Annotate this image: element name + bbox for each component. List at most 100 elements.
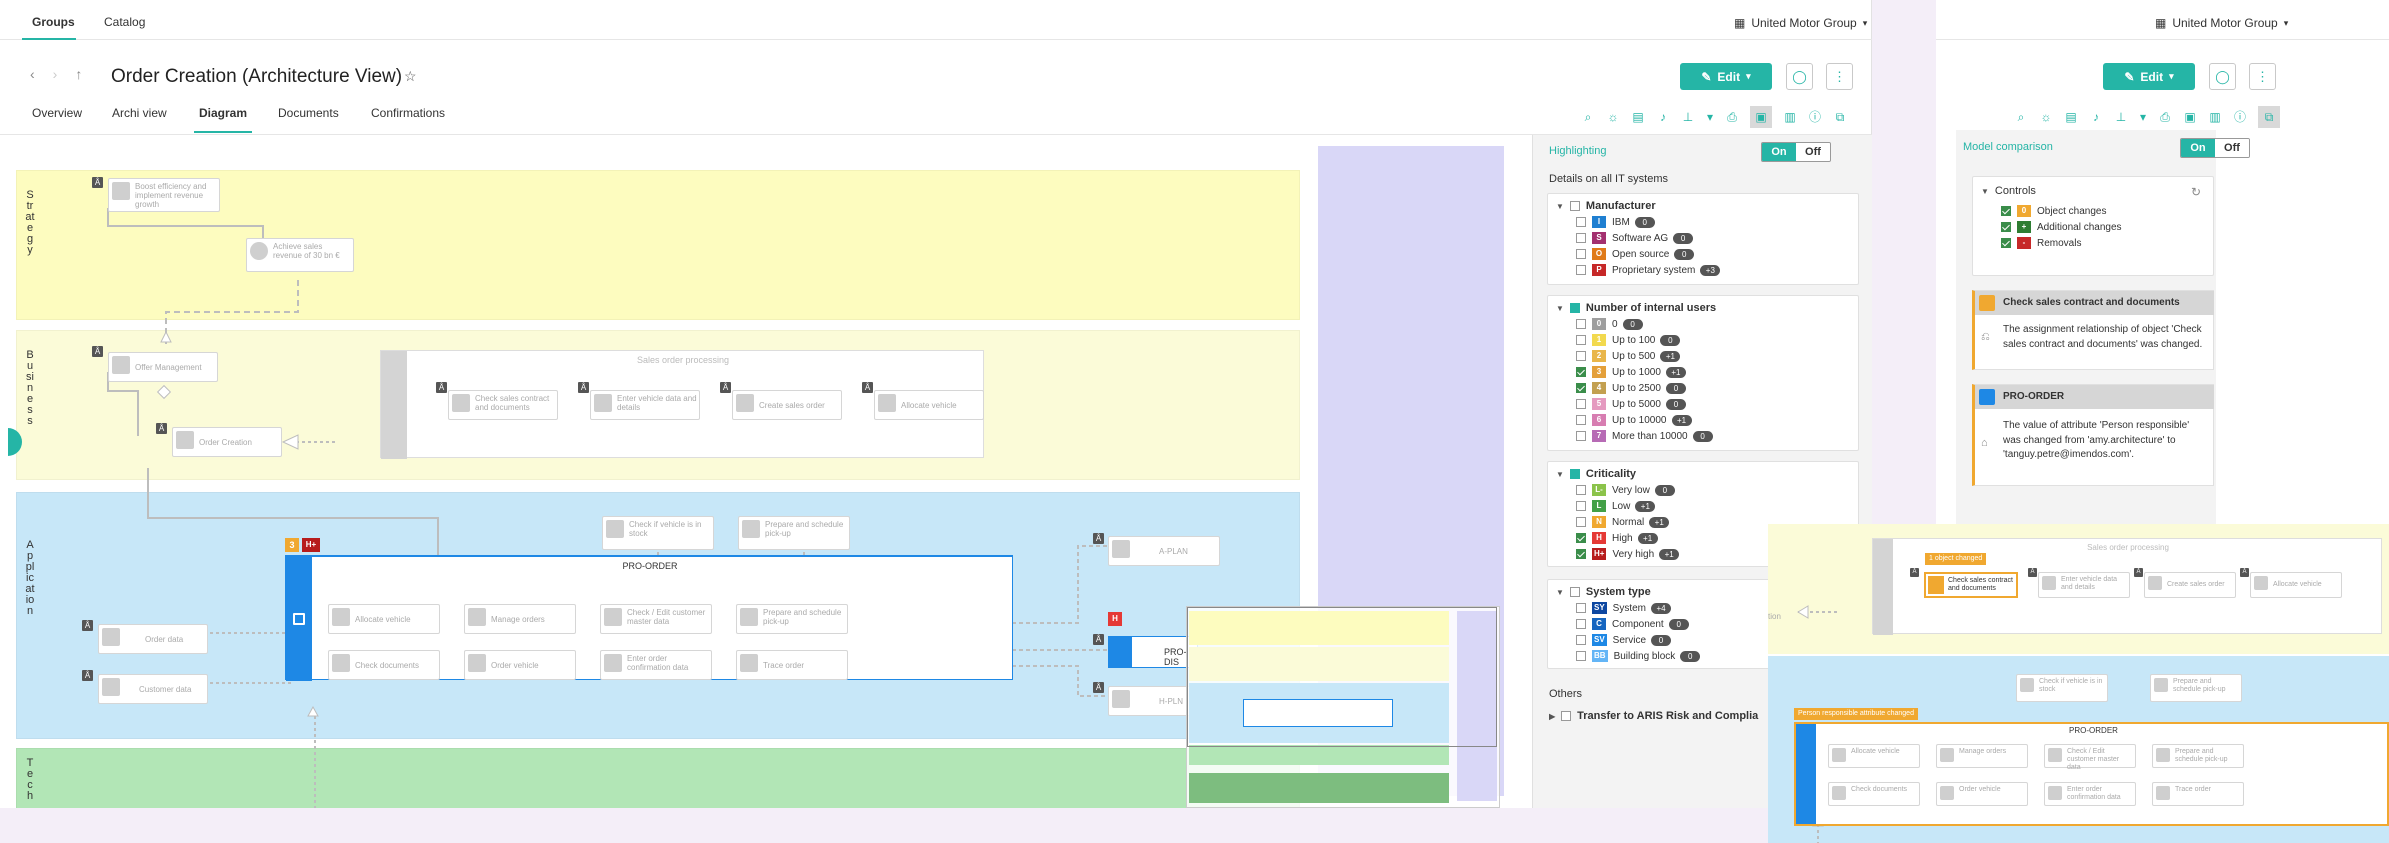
tab-diagram[interactable]: Diagram	[199, 106, 247, 120]
filter-row[interactable]: 2 Up to 500 +1	[1576, 348, 1850, 364]
function-node[interactable]: Prepare and schedule pick-up	[736, 604, 848, 634]
order-data-node[interactable]: Order data	[98, 624, 208, 654]
function-node[interactable]: Manage orders	[464, 604, 576, 634]
diagram-canvas[interactable]: Strategy Business Application Tech Å Boo…	[8, 136, 1508, 808]
filter-row[interactable]: 1 Up to 100 0	[1576, 332, 1850, 348]
filter-row[interactable]: 0 Object changes	[2001, 203, 2205, 219]
function-node[interactable]: Allocate vehicle	[1828, 744, 1920, 768]
function-node[interactable]: Trace order	[2152, 782, 2244, 806]
print-icon[interactable]: ⎙	[2158, 110, 2172, 124]
app-function-node[interactable]: Check if vehicle is in stock	[2016, 674, 2108, 702]
manufacturer-header[interactable]: ▼ Manufacturer	[1556, 200, 1850, 212]
comment-button[interactable]: ◯	[2209, 63, 2236, 90]
checkbox[interactable]	[1569, 303, 1580, 313]
function-node[interactable]: Check documents	[1828, 782, 1920, 806]
checkbox[interactable]	[1576, 217, 1586, 227]
filter-row[interactable]: 4 Up to 2500 0	[1576, 380, 1850, 396]
tab-documents[interactable]: Documents	[278, 106, 339, 120]
checkbox[interactable]	[1576, 383, 1586, 393]
pro-dis-node[interactable]: PRO-DIS	[1108, 636, 1198, 668]
hierarchy-icon[interactable]: ⊥	[2114, 110, 2128, 124]
checkbox[interactable]	[1576, 233, 1586, 243]
checkbox[interactable]	[1576, 431, 1586, 441]
a-plan-node[interactable]: A-PLAN	[1108, 536, 1220, 566]
document-search-icon[interactable]: ▤	[2064, 110, 2078, 124]
process-step[interactable]: Create sales order	[732, 390, 842, 420]
tab-confirmations[interactable]: Confirmations	[371, 106, 445, 120]
criticality-header[interactable]: ▼ Criticality	[1556, 468, 1850, 480]
org-selector[interactable]: ▦ United Motor Group ▾	[1734, 16, 1867, 30]
checkbox[interactable]	[1576, 335, 1586, 345]
function-node[interactable]: Enter order confirmation data	[2044, 782, 2136, 806]
function-node[interactable]: Enter order confirmation data	[600, 650, 712, 680]
highlighting-toggle[interactable]: On Off	[1761, 142, 1831, 162]
order-creation-node[interactable]: Order Creation	[172, 427, 282, 457]
chevron-down-icon[interactable]: ▾	[1706, 110, 1714, 124]
controls-header[interactable]: ▼ Controls	[1981, 185, 2205, 197]
bulb-icon[interactable]: ☼	[2039, 110, 2053, 124]
change-card[interactable]: Check sales contract and documents ⎌ The…	[1972, 290, 2214, 370]
users-header[interactable]: ▼ Number of internal users	[1556, 302, 1850, 314]
highlighted-step[interactable]: Check sales contract and documents	[1924, 572, 2018, 598]
edit-button[interactable]: ✎ Edit ▾	[1680, 63, 1772, 90]
tab-catalog[interactable]: Catalog	[104, 15, 145, 29]
filter-row[interactable]: L- Very low 0	[1576, 482, 1850, 498]
filter-row[interactable]: 3 Up to 1000 +1	[1576, 364, 1850, 380]
filter-row[interactable]: L Low +1	[1576, 498, 1850, 514]
process-step[interactable]: Enter vehicle data and details	[590, 390, 700, 420]
checkbox[interactable]	[1576, 319, 1586, 329]
org-selector[interactable]: ▦ United Motor Group ▾	[2155, 16, 2288, 30]
function-node[interactable]: Allocate vehicle	[328, 604, 440, 634]
filter-row[interactable]: O Open source 0	[1576, 246, 1850, 262]
process-step[interactable]: Allocate vehicle	[2250, 572, 2342, 598]
back-icon[interactable]: ‹	[30, 66, 35, 82]
checkbox[interactable]	[1576, 651, 1586, 661]
checkbox[interactable]	[1576, 265, 1586, 275]
checkbox[interactable]	[1576, 415, 1586, 425]
compare-icon[interactable]: ⧉	[1833, 110, 1847, 124]
chevron-down-icon[interactable]: ▾	[2139, 110, 2147, 124]
bell-icon[interactable]: ♪	[1656, 110, 1670, 124]
function-node[interactable]: Trace order	[736, 650, 848, 680]
more-button[interactable]: ⋮	[2249, 63, 2276, 90]
info-icon[interactable]: ⓘ	[2233, 110, 2247, 124]
process-step[interactable]: Check sales contract and documents	[448, 390, 558, 420]
info-icon[interactable]: ⓘ	[1808, 110, 1822, 124]
checkbox[interactable]	[1576, 549, 1586, 559]
comparison-diagram[interactable]: tion Sales order processing 1 object cha…	[1768, 524, 2389, 843]
checkbox[interactable]	[1576, 635, 1586, 645]
tab-groups[interactable]: Groups	[32, 15, 75, 29]
tab-overview[interactable]: Overview	[32, 106, 82, 120]
toggle-off[interactable]: Off	[1796, 143, 1830, 161]
function-node[interactable]: Check / Edit customer master data	[2044, 744, 2136, 771]
process-step[interactable]: Enter vehicle data and details	[2038, 572, 2130, 598]
checkbox[interactable]	[1576, 399, 1586, 409]
minimap[interactable]	[1186, 606, 1500, 808]
checkbox[interactable]	[2001, 206, 2011, 216]
app-function-node[interactable]: Check if vehicle is in stock	[602, 516, 714, 550]
function-node[interactable]: Check / Edit customer master data	[600, 604, 712, 634]
checkbox[interactable]	[1569, 469, 1580, 479]
app-function-node[interactable]: Prepare and schedule pick-up	[738, 516, 850, 550]
change-card[interactable]: PRO-ORDER ⌂ The value of attribute 'Pers…	[1972, 384, 2214, 486]
filter-row[interactable]: I IBM 0	[1576, 214, 1850, 230]
checkbox[interactable]	[1576, 485, 1586, 495]
comment-button[interactable]: ◯	[1786, 63, 1813, 90]
search-icon[interactable]: ⌕	[1581, 110, 1595, 124]
process-step[interactable]: Allocate vehicle	[874, 390, 984, 420]
filter-row[interactable]: 000	[1576, 316, 1850, 332]
hierarchy-icon[interactable]: ⊥	[1681, 110, 1695, 124]
strategy-node[interactable]: Achieve sales revenue of 30 bn €	[246, 238, 354, 272]
h-pln-node[interactable]: H-PLN	[1108, 686, 1198, 716]
checkbox[interactable]	[1576, 533, 1586, 543]
bell-icon[interactable]: ♪	[2089, 110, 2103, 124]
edit-button[interactable]: ✎ Edit ▾	[2103, 63, 2195, 90]
chart-icon[interactable]: ▥	[2208, 110, 2222, 124]
filter-row[interactable]: S Software AG 0	[1576, 230, 1850, 246]
toggle-on[interactable]: On	[1762, 143, 1796, 161]
function-node[interactable]: Order vehicle	[464, 650, 576, 680]
function-node[interactable]: Check documents	[328, 650, 440, 680]
search-icon[interactable]: ⌕	[2014, 110, 2028, 124]
checkbox[interactable]	[1569, 201, 1580, 211]
checkbox[interactable]	[2001, 222, 2011, 232]
